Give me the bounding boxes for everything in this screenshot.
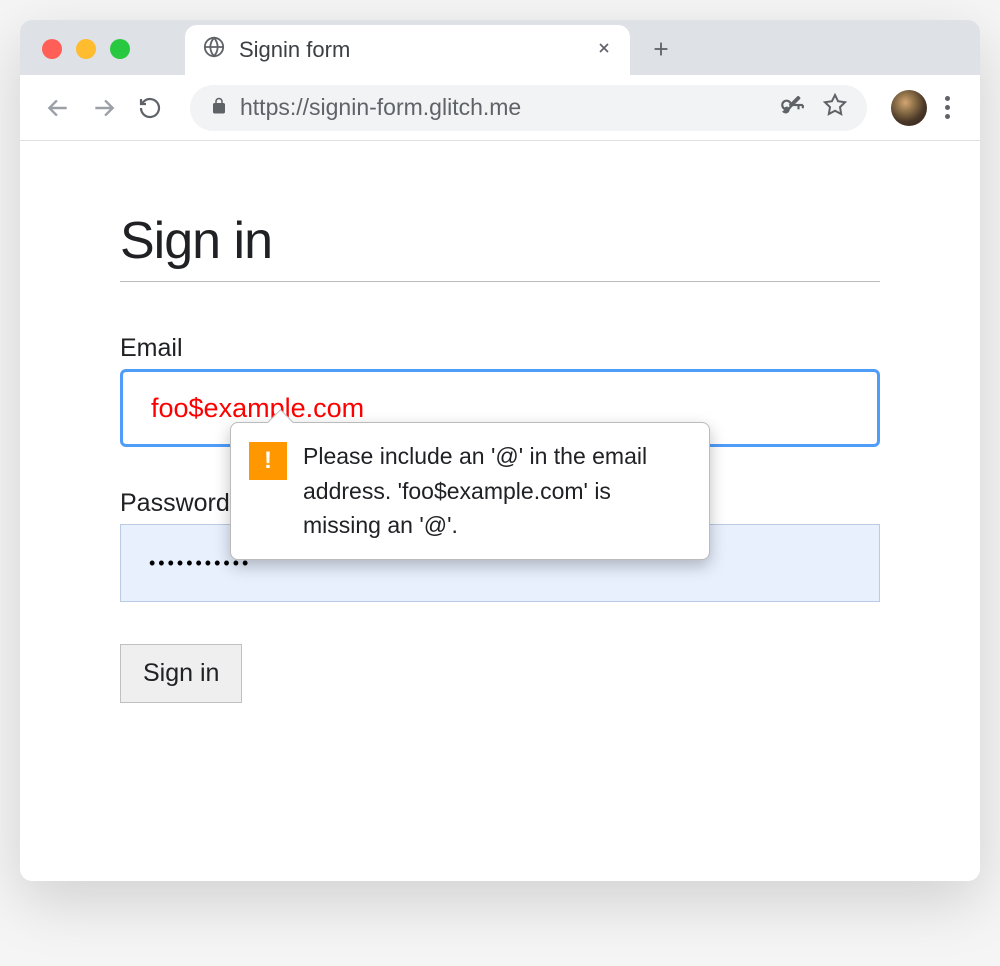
signin-button[interactable]: Sign in <box>120 644 242 703</box>
nav-reload-button[interactable] <box>130 88 170 128</box>
email-label: Email <box>120 334 880 363</box>
window-controls <box>42 39 130 59</box>
browser-toolbar: https://signin-form.glitch.me <box>20 75 980 141</box>
url-text: https://signin-form.glitch.me <box>240 94 521 121</box>
browser-tab-strip: Signin form <box>20 20 980 75</box>
nav-back-button[interactable] <box>38 88 78 128</box>
lock-icon <box>210 94 228 121</box>
email-form-group: Email ! Please include an '@' in the ema… <box>120 334 880 447</box>
page-content: Sign in Email ! Please include an '@' in… <box>20 141 980 881</box>
tab-close-button[interactable] <box>596 39 612 62</box>
window-close-button[interactable] <box>42 39 62 59</box>
address-bar[interactable]: https://signin-form.glitch.me <box>190 85 867 131</box>
key-icon[interactable] <box>779 92 805 124</box>
browser-window: Signin form https://signin-form.glitch.m… <box>20 20 980 881</box>
star-icon[interactable] <box>823 93 847 123</box>
window-maximize-button[interactable] <box>110 39 130 59</box>
validation-message: Please include an '@' in the email addre… <box>303 439 691 543</box>
new-tab-button[interactable] <box>650 35 672 67</box>
globe-icon <box>203 36 225 64</box>
window-minimize-button[interactable] <box>76 39 96 59</box>
nav-forward-button[interactable] <box>84 88 124 128</box>
browser-tab[interactable]: Signin form <box>185 25 630 75</box>
warning-icon: ! <box>249 442 287 480</box>
tab-title: Signin form <box>239 37 350 63</box>
avatar[interactable] <box>891 90 927 126</box>
validation-tooltip: ! Please include an '@' in the email add… <box>230 422 710 560</box>
page-title: Sign in <box>120 211 880 282</box>
browser-menu-button[interactable] <box>933 90 962 125</box>
